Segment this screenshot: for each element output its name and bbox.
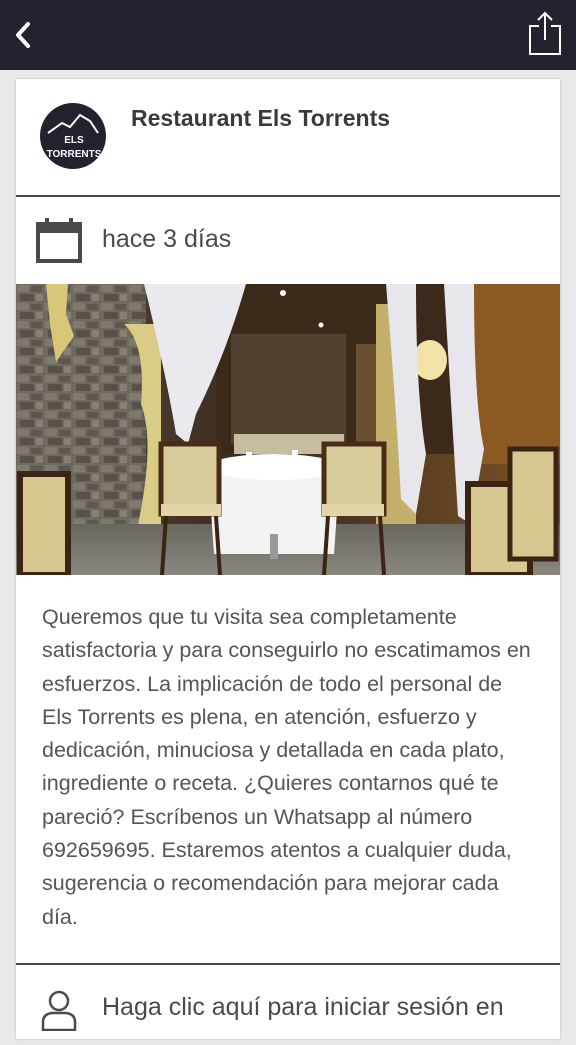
- login-prompt[interactable]: Haga clic aquí para iniciar sesión en: [16, 965, 560, 1045]
- post-date: hace 3 días: [102, 225, 232, 253]
- post-header: ELS TORRENTS Restaurant Els Torrents: [16, 79, 560, 195]
- login-prompt-text[interactable]: Haga clic aquí para iniciar sesión en: [102, 993, 504, 1022]
- user-icon: [41, 990, 77, 1031]
- share-button[interactable]: [528, 10, 562, 56]
- post-card: ELS TORRENTS Restaurant Els Torrents hac…: [16, 79, 560, 1039]
- share-icon: [529, 11, 561, 55]
- post-date-row: hace 3 días: [16, 197, 560, 283]
- back-button[interactable]: [6, 14, 40, 56]
- restaurant-interior-photo[interactable]: [16, 284, 560, 575]
- restaurant-logo[interactable]: ELS TORRENTS: [40, 103, 106, 169]
- logo-text-bottom: TORRENTS: [47, 149, 102, 160]
- chevron-left-icon: [16, 22, 30, 48]
- calendar-icon: [36, 218, 82, 263]
- top-bar: [0, 0, 576, 70]
- restaurant-title[interactable]: Restaurant Els Torrents: [131, 105, 390, 132]
- logo-text-top: ELS: [64, 135, 84, 146]
- post-description: Queremos que tu visita sea completamente…: [42, 605, 531, 929]
